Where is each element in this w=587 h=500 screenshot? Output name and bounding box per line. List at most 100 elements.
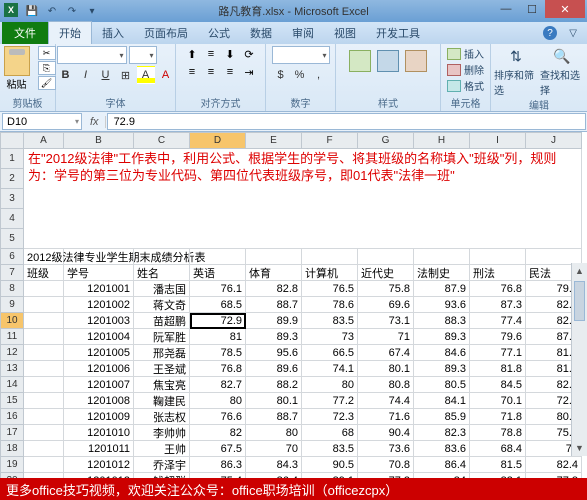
cell[interactable] [358, 249, 414, 265]
row-header-3[interactable]: 3 [0, 189, 24, 209]
cell[interactable]: 计算机 [302, 265, 358, 281]
col-header-H[interactable]: H [414, 132, 470, 149]
cell[interactable] [24, 281, 64, 297]
cell[interactable]: 68.5 [190, 297, 246, 313]
undo-icon[interactable]: ↶ [44, 3, 60, 19]
cell[interactable]: 88.7 [246, 297, 302, 313]
insert-cells-button[interactable]: 插入 [447, 46, 484, 61]
row-header-14[interactable]: 14 [0, 377, 24, 393]
maximize-button[interactable]: ☐ [519, 0, 545, 18]
cell[interactable]: 85.9 [414, 409, 470, 425]
cell[interactable] [64, 249, 134, 265]
cell[interactable]: 89.9 [246, 313, 302, 329]
cell[interactable]: 1201009 [64, 409, 134, 425]
worksheet[interactable]: ABCDEFGHIJ 12345678910111213141516171819… [0, 132, 587, 478]
cell[interactable]: 刑法 [470, 265, 526, 281]
tab-data[interactable]: 数据 [240, 22, 282, 44]
cell[interactable]: 73 [302, 329, 358, 345]
cell[interactable]: 88.2 [246, 377, 302, 393]
minimize-button[interactable]: — [493, 0, 519, 18]
cell[interactable] [24, 409, 64, 425]
cell[interactable]: 89.3 [246, 329, 302, 345]
cell[interactable]: 69.6 [358, 297, 414, 313]
cell[interactable]: 88.7 [246, 409, 302, 425]
tab-formulas[interactable]: 公式 [198, 22, 240, 44]
cell[interactable] [24, 457, 64, 473]
cell[interactable]: 82.3 [414, 425, 470, 441]
row-header-15[interactable]: 15 [0, 393, 24, 409]
cell[interactable]: 80.1 [246, 393, 302, 409]
row-header-10[interactable]: 10 [0, 313, 24, 329]
cell[interactable]: 72.9 [190, 313, 246, 329]
cell[interactable]: 体育 [246, 265, 302, 281]
col-header-D[interactable]: D [190, 132, 246, 149]
cell[interactable]: 1201010 [64, 425, 134, 441]
cell[interactable]: 90.5 [302, 457, 358, 473]
cell[interactable]: 王帅 [134, 441, 190, 457]
cell[interactable] [24, 345, 64, 361]
instruction-cell[interactable]: 在"2012级法律"工作表中，利用公式、根据学生的学号、将其班级的名称填入"班级… [24, 149, 582, 249]
cell[interactable]: 68 [302, 425, 358, 441]
col-header-C[interactable]: C [134, 132, 190, 149]
close-button[interactable]: ✕ [545, 0, 585, 18]
cell[interactable]: 苗超鹏 [134, 313, 190, 329]
align-top-icon[interactable]: ⬆ [183, 46, 201, 62]
format-cells-button[interactable]: 格式 [447, 78, 484, 93]
cell[interactable] [24, 425, 64, 441]
cell[interactable]: 70.1 [470, 393, 526, 409]
fill-color-button[interactable]: A [137, 66, 155, 84]
italic-button[interactable]: I [77, 66, 95, 84]
file-tab[interactable]: 文件 [2, 22, 48, 44]
cell[interactable]: 李帅帅 [134, 425, 190, 441]
cell[interactable] [24, 377, 64, 393]
cell[interactable]: 86.3 [190, 457, 246, 473]
help-icon[interactable]: ? [543, 26, 557, 40]
select-all-corner[interactable] [0, 132, 24, 149]
cell[interactable]: 1201012 [64, 457, 134, 473]
cell[interactable] [24, 393, 64, 409]
row-header-17[interactable]: 17 [0, 425, 24, 441]
cell[interactable]: 1201008 [64, 393, 134, 409]
cell[interactable]: 76.5 [302, 281, 358, 297]
fx-icon[interactable]: fx [84, 116, 106, 128]
row-header-1[interactable]: 1 [0, 149, 24, 169]
cell[interactable]: 71 [358, 329, 414, 345]
scroll-thumb[interactable] [574, 281, 585, 321]
cell[interactable]: 73.6 [358, 441, 414, 457]
cell[interactable]: 81.8 [470, 361, 526, 377]
cell[interactable]: 1201002 [64, 297, 134, 313]
vertical-scrollbar[interactable]: ▲ ▼ [571, 263, 587, 456]
cell[interactable]: 87.3 [470, 297, 526, 313]
cell[interactable]: 75.8 [358, 281, 414, 297]
row-header-13[interactable]: 13 [0, 361, 24, 377]
cell[interactable]: 82.8 [246, 281, 302, 297]
cell-styles-button[interactable] [405, 50, 427, 73]
align-middle-icon[interactable]: ≡ [202, 46, 220, 62]
cell[interactable] [24, 441, 64, 457]
cells-area[interactable]: 在"2012级法律"工作表中，利用公式、根据学生的学号、将其班级的名称填入"班级… [24, 149, 582, 478]
align-left-icon[interactable]: ≡ [183, 64, 201, 80]
cell[interactable]: 80.1 [358, 361, 414, 377]
cell[interactable]: 89.3 [414, 361, 470, 377]
cell[interactable]: 71.8 [470, 409, 526, 425]
col-header-E[interactable]: E [246, 132, 302, 149]
percent-icon[interactable]: % [291, 66, 309, 84]
cell[interactable]: 76.1 [190, 281, 246, 297]
cell[interactable]: 78.6 [302, 297, 358, 313]
cell[interactable]: 80 [190, 393, 246, 409]
indent-icon[interactable]: ⇥ [240, 64, 258, 80]
cell[interactable]: 班级 [24, 265, 64, 281]
cell[interactable] [470, 249, 526, 265]
cell[interactable]: 潘志国 [134, 281, 190, 297]
cell[interactable]: 70 [246, 441, 302, 457]
tab-view[interactable]: 视图 [324, 22, 366, 44]
cell[interactable]: 王圣斌 [134, 361, 190, 377]
cell[interactable] [24, 361, 64, 377]
border-button[interactable]: ⊞ [117, 66, 135, 84]
col-header-F[interactable]: F [302, 132, 358, 149]
save-icon[interactable]: 💾 [24, 3, 40, 19]
scroll-down-icon[interactable]: ▼ [572, 440, 587, 456]
align-bottom-icon[interactable]: ⬇ [221, 46, 239, 62]
cell[interactable]: 83.5 [302, 441, 358, 457]
scroll-up-icon[interactable]: ▲ [572, 263, 587, 279]
